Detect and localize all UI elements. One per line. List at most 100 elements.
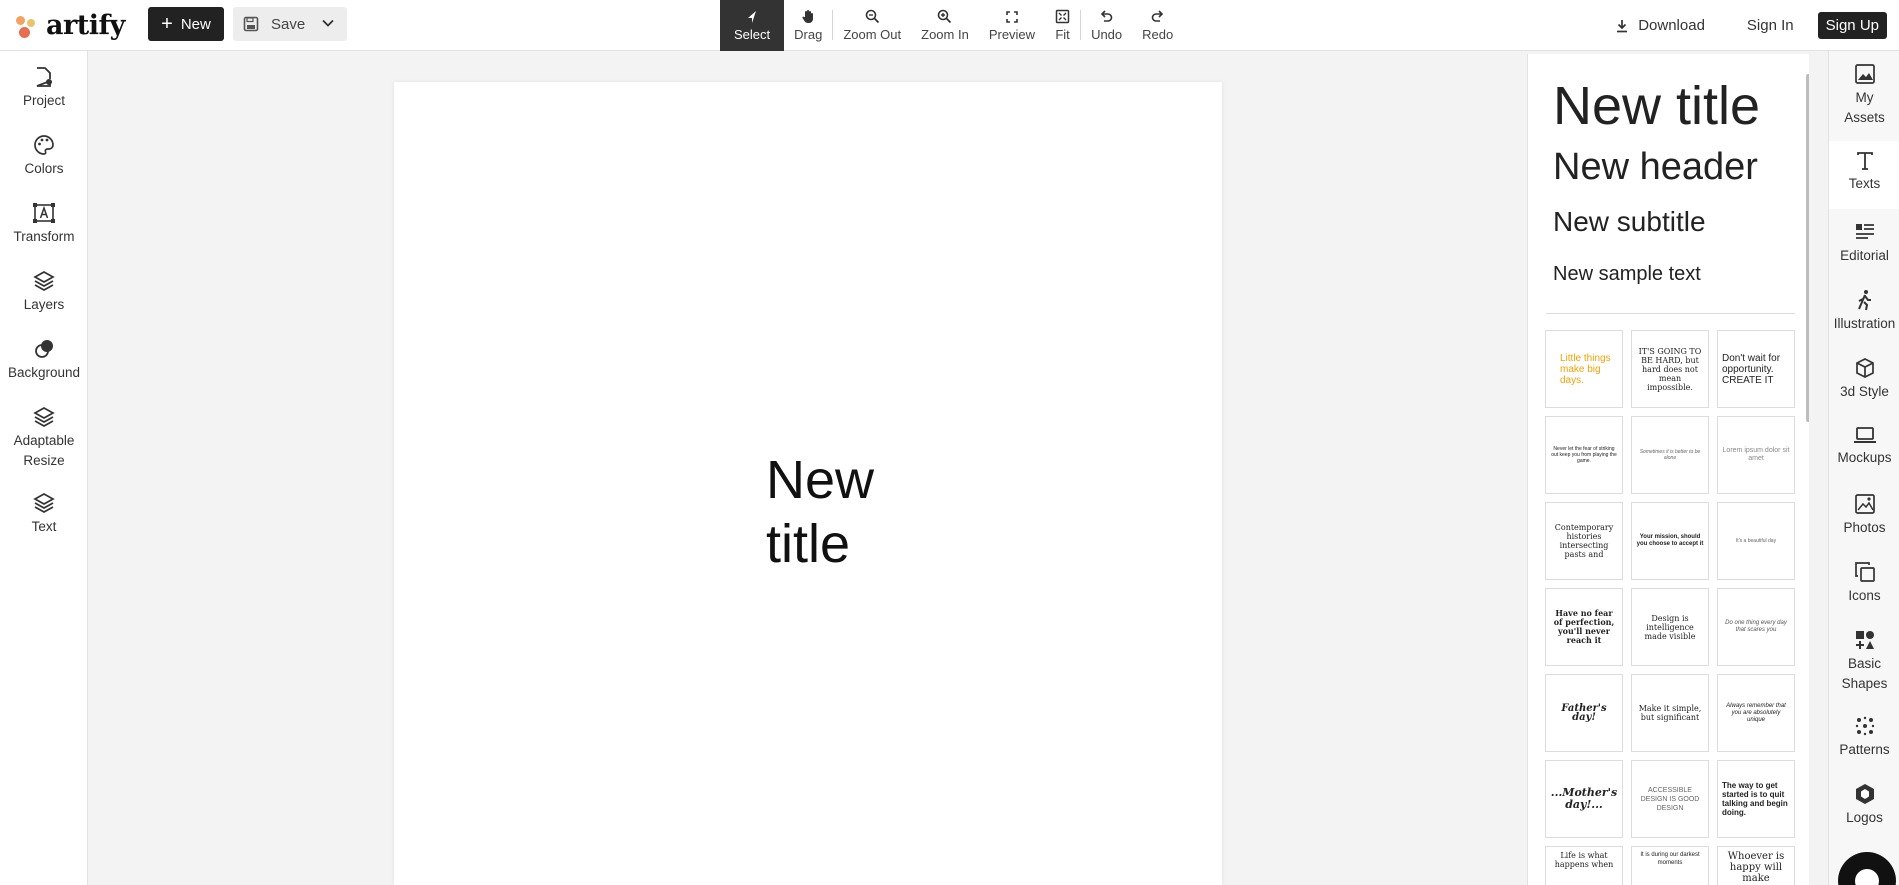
text-template-tile[interactable]: Contemporary histories intersecting past…	[1545, 502, 1623, 580]
tool-redo-label: Redo	[1142, 27, 1174, 42]
text-icon	[1856, 152, 1873, 170]
sidebar-item-background[interactable]: Background	[0, 338, 88, 383]
tool-zoom-out[interactable]: Zoom Out	[833, 0, 911, 51]
text-template-tile[interactable]: Design is intelligence made visible	[1631, 588, 1709, 666]
category-illustration[interactable]: Illustration	[1829, 289, 1899, 334]
tool-undo-label: Undo	[1091, 27, 1123, 42]
sign-up-button[interactable]: Sign Up	[1817, 12, 1887, 39]
add-sample-text-option[interactable]: New sample text	[1553, 263, 1701, 286]
photo-icon	[1854, 494, 1875, 514]
sidebar-item-transform[interactable]: Transform	[0, 202, 88, 247]
text-template-tile[interactable]: Do one thing every day that scares you	[1717, 588, 1795, 666]
hand-icon	[802, 10, 813, 24]
panel-scrollbar[interactable]	[1806, 74, 1809, 422]
design-canvas[interactable]: New title	[394, 82, 1222, 885]
sidebar-item-label: Layers	[23, 297, 65, 312]
cube-icon	[1855, 358, 1874, 378]
tool-zoom-in[interactable]: Zoom In	[911, 0, 979, 51]
download-label: Download	[1638, 17, 1705, 34]
resize-icon	[33, 407, 55, 427]
copy-icon	[1854, 562, 1875, 582]
category-photos[interactable]: Photos	[1829, 493, 1899, 538]
tool-undo[interactable]: Undo	[1081, 0, 1132, 51]
category-texts[interactable]: Texts	[1829, 141, 1899, 209]
category-label: Logos	[1846, 810, 1883, 825]
text-template-tile[interactable]: Whoever is happy will make	[1717, 846, 1795, 885]
layers-icon	[33, 271, 55, 291]
text-template-tile[interactable]: Father's day!	[1545, 674, 1623, 752]
image-icon	[1854, 64, 1875, 84]
text-template-tile[interactable]: Have no fear of perfection, you'll never…	[1545, 588, 1623, 666]
text-template-tile[interactable]: Life is what happens when	[1545, 846, 1623, 885]
text-template-tile[interactable]: It's a beautiful day	[1717, 502, 1795, 580]
category-mockups[interactable]: Mockups	[1829, 425, 1899, 468]
background-icon	[35, 340, 53, 358]
text-template-tile[interactable]: Little things make big days.	[1545, 330, 1623, 408]
category-icons[interactable]: Icons	[1829, 561, 1899, 606]
zoom-in-icon	[938, 9, 952, 24]
add-title-option[interactable]: New title	[1553, 75, 1760, 137]
sidebar-item-label: Background	[7, 365, 81, 380]
category-3d-style[interactable]: 3d Style	[1829, 357, 1899, 402]
top-bar: artify + New Save Select Drag Zoom Out Z…	[0, 0, 1899, 51]
floppy-icon	[243, 16, 259, 32]
tool-select[interactable]: Select	[720, 0, 785, 51]
save-button[interactable]: Save	[233, 7, 347, 41]
category-logos[interactable]: Logos	[1829, 783, 1899, 828]
text-layers-icon	[33, 493, 55, 513]
zoom-out-icon	[865, 9, 879, 24]
text-template-tile[interactable]: Never let the fear of striking out keep …	[1545, 416, 1623, 494]
palette-icon	[34, 135, 54, 155]
text-template-tile[interactable]: Always remember that you are absolutely …	[1717, 674, 1795, 752]
sign-in-link[interactable]: Sign In	[1747, 17, 1794, 34]
category-label: 3d Style	[1840, 384, 1889, 399]
sidebar-item-label: Adaptable Resize	[13, 433, 75, 468]
chevron-down-icon[interactable]	[321, 16, 335, 30]
category-label: Texts	[1848, 176, 1881, 191]
canvas-title-text[interactable]: New title	[766, 448, 946, 576]
laptop-icon	[1853, 427, 1876, 443]
add-header-option[interactable]: New header	[1553, 146, 1758, 189]
text-template-tile[interactable]: IT'S GOING TO BE HARD, but hard does not…	[1631, 330, 1709, 408]
tool-select-label: Select	[734, 26, 771, 42]
category-patterns[interactable]: Patterns	[1829, 715, 1899, 760]
sidebar-item-text[interactable]: Text	[0, 492, 88, 537]
tool-fit-label: Fit	[1055, 27, 1070, 42]
transform-icon	[33, 203, 55, 223]
text-template-tile[interactable]: Make it simple, but significant	[1631, 674, 1709, 752]
sidebar-item-colors[interactable]: Colors	[0, 134, 88, 179]
sidebar-item-label: Text	[31, 519, 57, 534]
text-template-tile[interactable]: The way to get started is to quit talkin…	[1717, 760, 1795, 838]
tool-redo[interactable]: Redo	[1132, 0, 1183, 51]
sidebar-item-layers[interactable]: Layers	[0, 270, 88, 315]
tool-preview[interactable]: Preview	[979, 0, 1045, 51]
fit-icon	[1055, 9, 1070, 24]
text-template-tile[interactable]: Sometimes it is better to be alone	[1631, 416, 1709, 494]
logo-hex-icon	[1855, 784, 1874, 804]
category-my-assets[interactable]: My Assets	[1829, 63, 1899, 128]
add-subtitle-option[interactable]: New subtitle	[1553, 206, 1706, 238]
text-template-tile[interactable]: ...Mother's day!...	[1545, 760, 1623, 838]
category-label: Illustration	[1833, 316, 1896, 331]
text-template-tile[interactable]: Your mission, should you choose to accep…	[1631, 502, 1709, 580]
text-template-tile[interactable]: Lorem ipsum dolor sit amet	[1717, 416, 1795, 494]
redo-icon	[1151, 10, 1164, 22]
app-logo[interactable]: artify	[14, 10, 125, 41]
download-button[interactable]: Download	[1615, 17, 1705, 34]
left-sidebar: Project Colors Transform Layers Backgrou…	[0, 51, 88, 885]
text-template-tile[interactable]: Don't wait for opportunity. CREATE IT	[1717, 330, 1795, 408]
sidebar-item-project[interactable]: Project	[0, 66, 88, 111]
sidebar-item-adaptable-resize[interactable]: Adaptable Resize	[0, 406, 88, 471]
sidebar-item-label: Colors	[24, 161, 64, 176]
category-label: Icons	[1848, 588, 1881, 603]
new-button[interactable]: + New	[148, 7, 224, 41]
account-actions: Download Sign In Sign Up	[1615, 0, 1899, 51]
text-template-tile[interactable]: ACCESSIBLE DESIGN IS GOOD DESIGN	[1631, 760, 1709, 838]
tool-drag[interactable]: Drag	[784, 0, 832, 51]
walking-person-icon	[1857, 290, 1871, 311]
tool-fit[interactable]: Fit	[1045, 0, 1080, 51]
cursor-icon	[748, 10, 757, 23]
category-basic-shapes[interactable]: Basic Shapes	[1829, 629, 1899, 694]
category-editorial[interactable]: Editorial	[1829, 221, 1899, 266]
text-template-tile[interactable]: It is during our darkest moments	[1631, 846, 1709, 885]
